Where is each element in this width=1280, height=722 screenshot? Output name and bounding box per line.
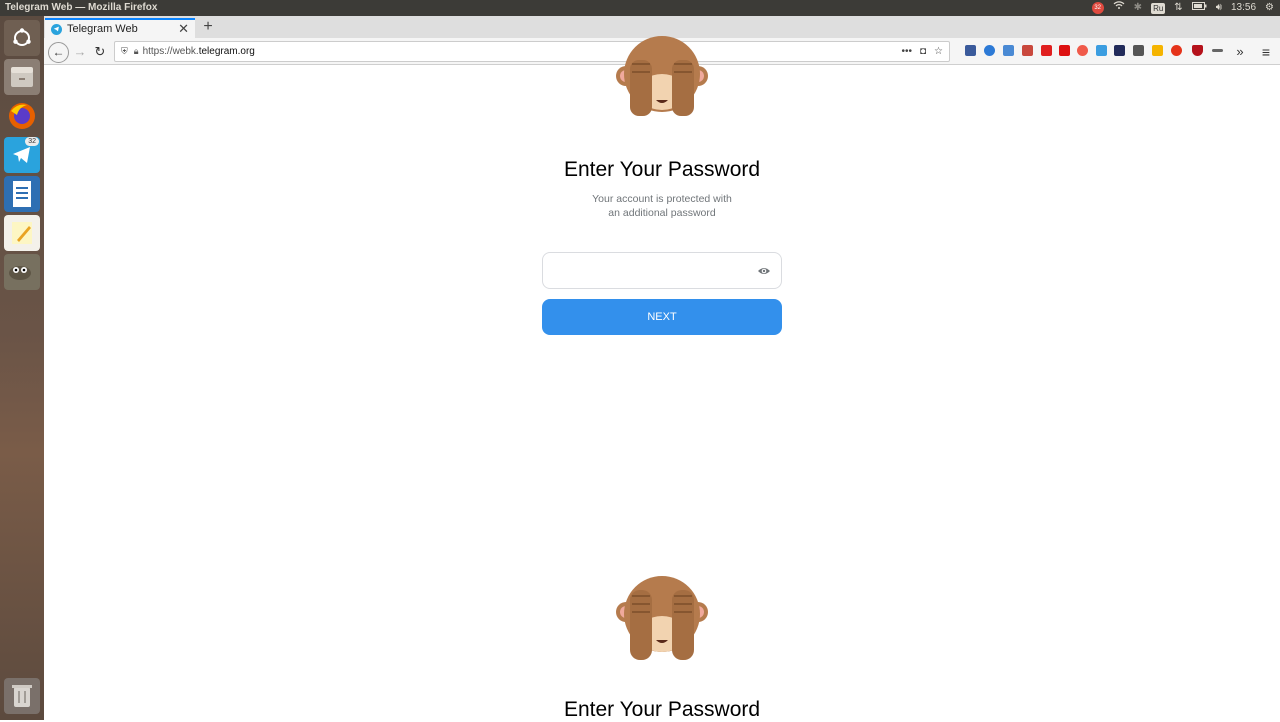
tab-telegram-web[interactable]: Telegram Web ✕ [45,18,195,38]
shield-icon[interactable]: ⛨ [121,46,128,57]
telegram-password-page: Enter Your Password Your account is prot… [44,36,1280,721]
bookmark-star-icon[interactable]: ☆ [934,46,943,57]
extension-10-icon[interactable] [1133,45,1144,56]
system-tray: 32 ✱ Ru ⇅ 🔊︎ 13:56 ⚙ [1091,0,1274,16]
page-title: Enter Your Password [563,158,761,181]
os-top-panel: Telegram Web — Mozilla Firefox 32 ✱ Ru ⇅… [0,0,1280,16]
extension-14-icon[interactable] [1212,49,1223,52]
url-prefix: https://webk. [142,46,199,57]
hamburger-menu-icon[interactable]: ≡ [1256,42,1276,62]
extension-12-icon[interactable] [1171,45,1182,56]
monkey-hiding-eyes-icon [616,36,708,116]
battery-icon[interactable] [1191,0,1207,16]
notification-badge-icon[interactable]: 32 [1091,2,1104,14]
url-bar[interactable]: ⛨ 🔒︎ https://webk. telegram.org ••• ◘ ☆ [114,41,950,62]
extension-9-icon[interactable] [1114,45,1125,56]
gear-icon[interactable]: ⚙ [1265,0,1274,16]
forward-button[interactable]: → [70,42,90,62]
extension-2-icon[interactable] [984,45,995,56]
next-button[interactable]: NEXT [542,299,782,335]
pocket-icon[interactable]: ◘ [920,46,926,57]
page-title-repeat: Enter Your Password [563,698,761,721]
extension-6-icon[interactable] [1059,45,1070,56]
writer-document-icon[interactable] [4,176,40,212]
window-title: Telegram Web — Mozilla Firefox [5,2,158,13]
keyboard-layout-indicator[interactable]: Ru [1151,2,1166,14]
extension-4-icon[interactable] [1022,45,1033,56]
wifi-icon[interactable] [1113,0,1125,16]
lock-icon[interactable]: 🔒︎ [134,46,139,57]
telegram-favicon-icon [51,23,62,35]
password-field[interactable] [542,252,782,289]
extension-1-icon[interactable] [965,45,976,56]
network-icon[interactable]: ⇅ [1174,0,1182,16]
show-password-eye-icon[interactable] [757,264,771,278]
clock[interactable]: 13:56 [1231,0,1256,16]
monkey-hiding-eyes-icon-repeat [616,576,708,660]
firefox-icon[interactable] [4,98,40,134]
subtitle-line-1: Your account is protected with [592,193,732,205]
reload-button[interactable]: ↻ [90,42,110,62]
tab-title: Telegram Web [67,23,138,35]
trash-icon[interactable] [4,678,40,714]
extension-11-icon[interactable] [1152,45,1163,56]
ubuntu-logo-icon[interactable] [4,20,40,56]
volume-icon[interactable]: 🔊︎ [1216,0,1222,16]
extension-7-icon[interactable] [1077,45,1088,56]
translate-icon[interactable] [1003,45,1014,56]
youtube-icon[interactable] [1041,45,1052,56]
url-host: telegram.org [198,46,255,57]
close-tab-icon[interactable]: ✕ [178,21,189,37]
gimp-icon[interactable] [4,254,40,290]
bluetooth-icon[interactable]: ✱ [1134,0,1142,16]
extension-8-icon[interactable] [1096,45,1107,56]
overflow-menu-icon[interactable]: » [1230,42,1250,62]
text-editor-icon[interactable] [4,215,40,251]
telegram-icon[interactable]: 32 [4,137,40,173]
subtitle-line-2: an additional password [608,207,716,219]
files-icon[interactable] [4,59,40,95]
ublock-icon[interactable] [1192,45,1203,56]
back-button[interactable]: ← [48,42,69,63]
page-actions-icon[interactable]: ••• [901,46,912,57]
telegram-badge: 32 [25,137,39,146]
new-tab-button[interactable]: + [198,16,218,38]
ubuntu-launcher: 32 [0,16,44,720]
